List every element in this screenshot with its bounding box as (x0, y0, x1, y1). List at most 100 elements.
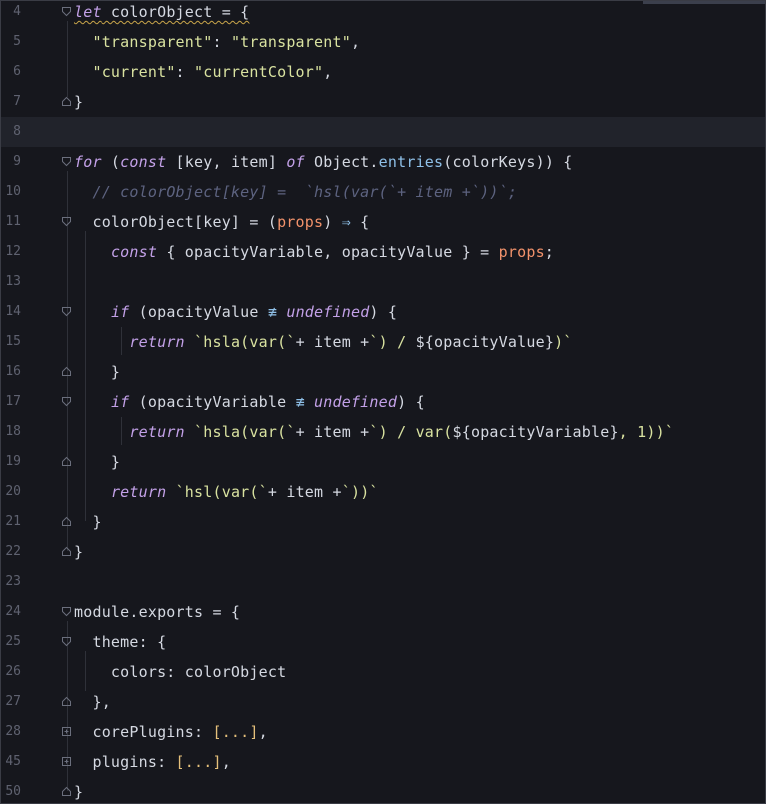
code-token: + item + (295, 423, 370, 441)
code-token: // colorObject[key] = `hsl(var(`+ item +… (92, 183, 518, 201)
code-token: Object. (304, 153, 379, 171)
code-line[interactable]: 28 corePlugins: [...], (1, 717, 765, 747)
code-line[interactable]: 27 }, (1, 687, 765, 717)
line-number: 4 (13, 4, 21, 19)
fold-toggle-icon[interactable] (61, 6, 72, 17)
code-token: module.exports = { (74, 603, 241, 621)
fold-toggle-icon[interactable] (61, 156, 72, 167)
line-number: 21 (5, 514, 21, 529)
fold-toggle-icon[interactable] (61, 516, 72, 527)
code-text: plugins: [...], (74, 747, 231, 777)
code-line[interactable]: 22} (1, 537, 765, 567)
code-text: const { opacityVariable, opacityValue } … (74, 237, 554, 267)
fold-toggle-icon[interactable] (61, 96, 72, 107)
code-line[interactable]: 12 const { opacityVariable, opacityValue… (1, 237, 765, 267)
code-line[interactable]: 10 // colorObject[key] = `hsl(var(`+ ite… (1, 177, 765, 207)
code-line[interactable]: 16 } (1, 357, 765, 387)
code-line[interactable]: 21 } (1, 507, 765, 537)
code-token: ⇒ (341, 213, 351, 231)
code-token: `hsla(var(` (194, 333, 296, 351)
code-token: colorObject = { (101, 3, 250, 21)
code-token: theme: { (74, 633, 167, 651)
code-line[interactable]: 9 for (const [key, item] of Object.entrie… (1, 147, 765, 177)
code-token: + item + (267, 483, 342, 501)
code-token: entries (378, 153, 444, 171)
code-line[interactable]: 50} (1, 777, 765, 803)
line-number: 22 (5, 544, 21, 559)
line-number: 10 (5, 184, 21, 199)
code-line[interactable]: 15 return `hsla(var(`+ item +`) / ${opac… (1, 327, 765, 357)
code-token: [key, item] (166, 153, 287, 171)
line-number: 6 (13, 64, 21, 79)
line-number: 28 (5, 724, 21, 739)
code-token: } (609, 423, 619, 441)
fold-toggle-icon[interactable] (61, 786, 72, 797)
code-line[interactable]: 18 return `hsla(var(`+ item +`) / var(${… (1, 417, 765, 447)
code-token: props (498, 243, 545, 261)
code-token: (opacityValue (129, 303, 268, 321)
line-number: 19 (5, 454, 21, 469)
code-text: let colorObject = { (74, 1, 250, 27)
code-line[interactable]: 7} (1, 87, 765, 117)
code-token: } (544, 333, 555, 351)
code-line[interactable]: 6 "current": "currentColor", (1, 57, 765, 87)
line-number: 7 (13, 94, 21, 109)
fold-toggle-icon[interactable] (61, 306, 72, 317)
code-line[interactable]: 25 theme: { (1, 627, 765, 657)
code-token: opacityValue (434, 333, 545, 351)
code-token: (opacityVariable (129, 393, 296, 411)
line-number: 12 (5, 244, 21, 259)
code-text: } (74, 357, 120, 387)
code-text: return `hsla(var(`+ item +`) / ${opacity… (74, 327, 573, 357)
fold-toggle-icon[interactable] (61, 636, 72, 647)
code-token: undefined (286, 303, 370, 321)
code-text: // colorObject[key] = `hsl(var(`+ item +… (74, 177, 517, 207)
fold-toggle-icon[interactable] (61, 216, 72, 227)
code-token: of (286, 153, 305, 171)
code-token: `))` (341, 483, 379, 501)
line-number: 25 (5, 634, 21, 649)
code-token: , (323, 63, 333, 81)
code-line[interactable]: 23 (1, 567, 765, 597)
code-line[interactable]: 20 return `hsl(var(`+ item +`))` (1, 477, 765, 507)
line-number: 11 (5, 214, 21, 229)
code-line[interactable]: 5 "transparent": "transparent", (1, 27, 765, 57)
code-line[interactable]: 17 if (opacityVariable ≢ undefined) { (1, 387, 765, 417)
code-line[interactable]: 13 (1, 267, 765, 297)
fold-toggle-icon[interactable] (61, 456, 72, 467)
code-token: + item + (295, 333, 370, 351)
code-line[interactable]: 4 let colorObject = { (1, 1, 765, 27)
code-token: ( (101, 153, 121, 171)
code-token: } (74, 783, 84, 801)
fold-expand-icon[interactable] (61, 756, 72, 767)
code-token: : (175, 63, 195, 81)
code-editor[interactable]: 4 let colorObject = {5 "transparent": "tr… (0, 0, 766, 804)
code-token: opacityVariable (470, 423, 610, 441)
code-line[interactable]: 24 module.exports = { (1, 597, 765, 627)
code-line[interactable]: 14 if (opacityValue ≢ undefined) { (1, 297, 765, 327)
fold-toggle-icon[interactable] (61, 396, 72, 407)
code-line[interactable]: 26 colors: colorObject (1, 657, 765, 687)
fold-toggle-icon[interactable] (61, 546, 72, 557)
code-text: colorObject[key] = (props) ⇒ { (74, 207, 369, 237)
fold-toggle-icon[interactable] (61, 366, 72, 377)
fold-toggle-icon[interactable] (61, 696, 72, 707)
code-line[interactable]: 8 (1, 117, 765, 147)
code-token: return (129, 333, 185, 351)
code-token: `hsla(var(` (194, 423, 296, 441)
code-line[interactable]: 45 plugins: [...], (1, 747, 765, 777)
fold-expand-icon[interactable] (61, 726, 72, 737)
code-token: , (350, 33, 361, 51)
line-number: 16 (5, 364, 21, 379)
fold-toggle-icon[interactable] (61, 606, 72, 617)
code-line[interactable]: 19 } (1, 447, 765, 477)
code-line[interactable]: 11 colorObject[key] = (props) ⇒ { (1, 207, 765, 237)
code-token: return (129, 423, 185, 441)
code-token: }, (74, 693, 111, 711)
